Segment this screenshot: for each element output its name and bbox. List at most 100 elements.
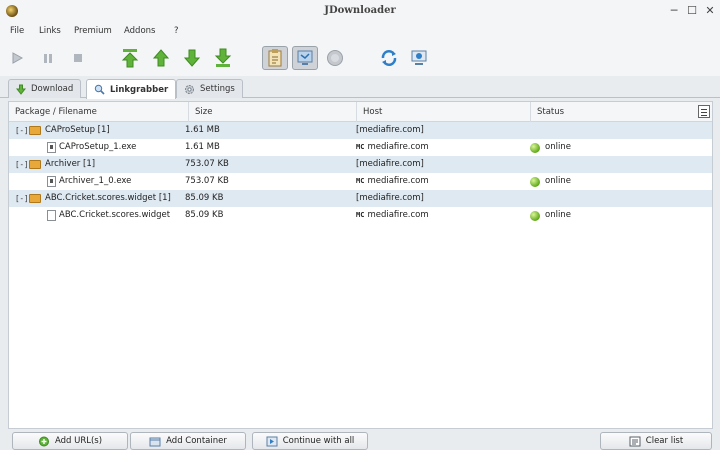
menu-links[interactable]: Links [39,26,61,36]
file-row[interactable]: ABC.Cricket.scores.widget 85.09 KB MC med… [9,207,712,224]
column-header-status[interactable]: Status [531,102,696,122]
file-host-name: mediafire.com [367,176,429,186]
download-arrow-icon [16,84,26,95]
package-name: ABC.Cricket.scores.widget [1] [45,193,171,203]
pause-icon [44,54,52,63]
file-name: Archiver_1_0.exe [59,176,132,186]
file-host-name: mediafire.com [367,210,429,220]
auto-reconnect-icon [297,50,313,65]
file-size: 1.61 MB [185,142,220,152]
exe-file-icon [47,176,56,187]
menu-help[interactable]: ? [174,26,179,36]
stop-button[interactable] [67,46,89,70]
collapse-toggle[interactable]: [-] [15,194,29,203]
move-bottom-icon [214,48,232,67]
tab-download-label: Download [31,84,74,94]
file-host: MC mediafire.com [356,207,429,224]
file-row[interactable]: CAProSetup_1.exe 1.61 MB MC mediafire.com… [9,139,712,156]
move-down-icon [183,49,201,67]
linkgrabber-table: Package / Filename Size Host Status [-] … [8,101,713,429]
column-config-icon[interactable] [698,105,710,118]
file-host: MC mediafire.com [356,173,429,190]
clipboard-observer-toggle[interactable] [262,46,288,70]
tab-download[interactable]: Download [8,79,82,98]
title-bar: JDownloader ─ ☐ ✕ [0,0,720,22]
clipboard-observer-icon [268,49,282,67]
add-container-label: Add Container [166,436,227,446]
add-container-button[interactable]: Add Container [130,432,246,450]
package-row[interactable]: [-] ABC.Cricket.scores.widget [1] 85.09 … [9,190,712,207]
package-size: 85.09 KB [185,193,224,203]
column-header-filename[interactable]: Package / Filename [9,102,189,122]
column-header-host[interactable]: Host [357,102,531,122]
add-link-icon [38,436,49,446]
tab-settings-label: Settings [200,84,235,94]
file-status: online [545,142,571,152]
play-icon [12,52,24,64]
gear-icon [185,84,194,94]
online-status-icon [530,143,540,153]
clear-list-button[interactable]: Clear list [600,432,712,450]
package-host: [mediafire.com] [356,125,424,135]
mediafire-host-icon: MC [356,177,365,185]
move-up-button[interactable] [150,46,172,70]
package-icon [29,126,41,135]
add-urls-label: Add URL(s) [54,436,103,446]
move-top-icon [121,49,139,68]
package-row[interactable]: [-] CAProSetup [1] 1.61 MB [mediafire.co… [9,122,712,139]
package-size: 1.61 MB [185,125,220,135]
file-size: 753.07 KB [185,176,229,186]
table-header: Package / Filename Size Host Status [9,102,712,122]
collapse-toggle[interactable]: [-] [15,126,29,135]
close-button[interactable]: ✕ [702,3,718,19]
file-row[interactable]: Archiver_1_0.exe 753.07 KB MC mediafire.c… [9,173,712,190]
tab-bar: Download Linkgrabber Settings [0,76,720,99]
add-urls-button[interactable]: Add URL(s) [12,432,128,450]
reconnect-icon [381,50,397,66]
file-size: 85.09 KB [185,210,224,220]
move-to-bottom-button[interactable] [212,46,234,70]
package-row[interactable]: [-] Archiver [1] 753.07 KB [mediafire.co… [9,156,712,173]
column-header-size[interactable]: Size [189,102,357,122]
maximize-button[interactable]: ☐ [684,3,700,19]
continue-with-all-label: Continue with all [282,436,355,446]
move-down-button[interactable] [181,46,203,70]
minimize-button[interactable]: ─ [666,3,682,19]
move-to-top-button[interactable] [119,46,141,70]
update-icon [411,50,427,65]
file-host: MC mediafire.com [356,139,429,156]
auto-reconnect-toggle[interactable] [292,46,318,70]
clear-list-icon [629,436,641,446]
menu-premium[interactable]: Premium [74,26,112,36]
menu-addons[interactable]: Addons [124,26,155,36]
container-icon [149,437,161,446]
package-icon [29,194,41,203]
package-host: [mediafire.com] [356,159,424,169]
menu-bar: File Links Premium Addons ? [0,22,720,40]
start-button[interactable] [6,46,28,70]
toolbar [0,40,720,76]
menu-file[interactable]: File [10,26,24,36]
update-button[interactable] [408,46,430,70]
pause-button[interactable] [37,46,59,70]
stop-icon [74,54,82,62]
continue-with-all-button[interactable]: Continue with all [252,432,368,450]
linkgrabber-icon [94,84,105,95]
tab-linkgrabber-label: Linkgrabber [110,84,169,95]
mediafire-host-icon: MC [356,143,365,151]
bottom-action-bar: Add URL(s) Add Container Continue with a… [0,430,720,450]
exe-file-icon [47,142,56,153]
file-status: online [545,176,571,186]
collapse-toggle[interactable]: [-] [15,160,29,169]
file-status: online [545,210,571,220]
tab-settings[interactable]: Settings [176,79,243,98]
premium-toggle[interactable] [324,46,346,70]
window-title: JDownloader [324,5,396,16]
online-status-icon [530,177,540,187]
file-name: ABC.Cricket.scores.widget [59,210,171,220]
tab-linkgrabber[interactable]: Linkgrabber [86,79,177,99]
package-name: CAProSetup [1] [45,125,110,135]
package-size: 753.07 KB [185,159,229,169]
package-name: Archiver [1] [45,159,96,169]
reconnect-button[interactable] [378,46,400,70]
